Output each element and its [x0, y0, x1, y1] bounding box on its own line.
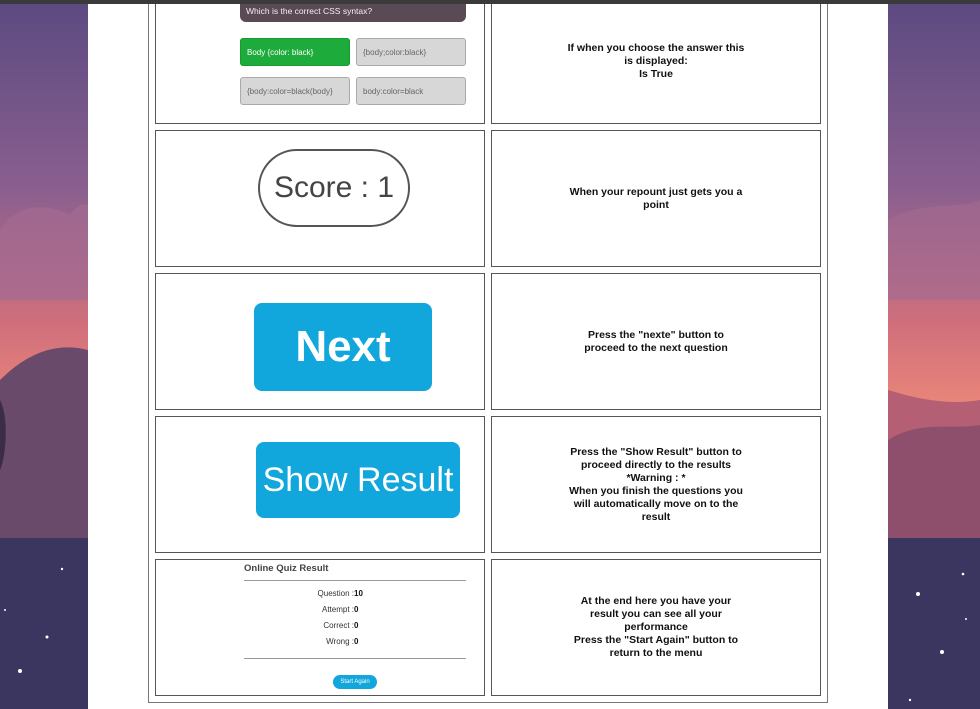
row-value: 0: [354, 621, 359, 630]
result-title: Online Quiz Result: [244, 563, 329, 574]
desc-line: proceed directly to the results: [581, 458, 731, 471]
score-preview-cell: Score : 1: [155, 130, 485, 267]
option-correct: Body {color: black}: [240, 38, 350, 66]
desc-line: When your repount just gets you a: [569, 185, 743, 198]
desc-line: is displayed:: [624, 55, 688, 67]
show-result-button-preview: Show Result: [256, 442, 460, 518]
option-2: {body;color:black}: [356, 38, 466, 66]
result-preview-cell: Online Quiz Result Question :10 Attempt …: [155, 559, 485, 696]
row-label: Correct :: [323, 621, 354, 630]
desc-line: Is True: [639, 68, 673, 80]
result-row-question: Question :10: [306, 589, 426, 598]
quiz-preview-cell: Which is the correct CSS syntax? Body {c…: [155, 0, 485, 124]
desc-line: performance: [624, 621, 688, 633]
description-row4: Press the "Show Result" button to procee…: [491, 416, 821, 553]
result-row-correct: Correct :0: [306, 621, 426, 630]
divider: [244, 580, 466, 581]
row-label: Attempt :: [321, 605, 354, 614]
desc-line: Press the "nexte" button to: [588, 328, 724, 341]
next-preview-cell: Next: [155, 273, 485, 410]
row-value: 0: [354, 637, 359, 646]
desc-line: Press the "Start Again" button to: [573, 634, 739, 646]
description-row3: Press the "nexte" button to proceed to t…: [491, 273, 821, 410]
desc-line: If when you choose the answer this: [567, 42, 745, 54]
desc-line: At the end here you have your: [580, 595, 732, 607]
desc-line: When you finish the questions you: [569, 484, 743, 497]
next-button-preview: Next: [254, 303, 432, 391]
description-row2: When your repount just gets you a point: [491, 130, 821, 267]
option-3: {body:color=black(body}: [240, 77, 350, 105]
desc-line: Press the "Show Result" button to: [570, 445, 742, 458]
desc-line: proceed to the next question: [584, 341, 728, 354]
row-label: Question :: [317, 589, 354, 598]
result-row-wrong: Wrong :0: [306, 637, 426, 646]
row-value: 10: [354, 589, 363, 598]
score-display: Score : 1: [258, 149, 410, 227]
desc-line: point: [643, 198, 669, 211]
show-result-preview-cell: Show Result: [155, 416, 485, 553]
row-value: 0: [354, 605, 359, 614]
tutorial-table: Which is the correct CSS syntax? Body {c…: [148, 0, 828, 703]
start-again-button-preview: Start Again: [333, 675, 377, 689]
description-row1: If when you choose the answer this is di…: [491, 0, 821, 124]
desc-line: will automatically move on to the: [573, 497, 739, 510]
option-4: body:color=black: [356, 77, 466, 105]
result-row-attempt: Attempt :0: [306, 605, 426, 614]
desc-line: result you can see all your: [590, 608, 722, 620]
row-label: Wrong :: [326, 637, 354, 646]
top-bar: [0, 0, 980, 4]
description-row5: At the end here you have your result you…: [491, 559, 821, 696]
desc-line: *Warning : *: [626, 471, 686, 484]
divider: [244, 658, 466, 659]
desc-line: result: [641, 510, 671, 523]
desc-line: return to the menu: [609, 647, 703, 659]
